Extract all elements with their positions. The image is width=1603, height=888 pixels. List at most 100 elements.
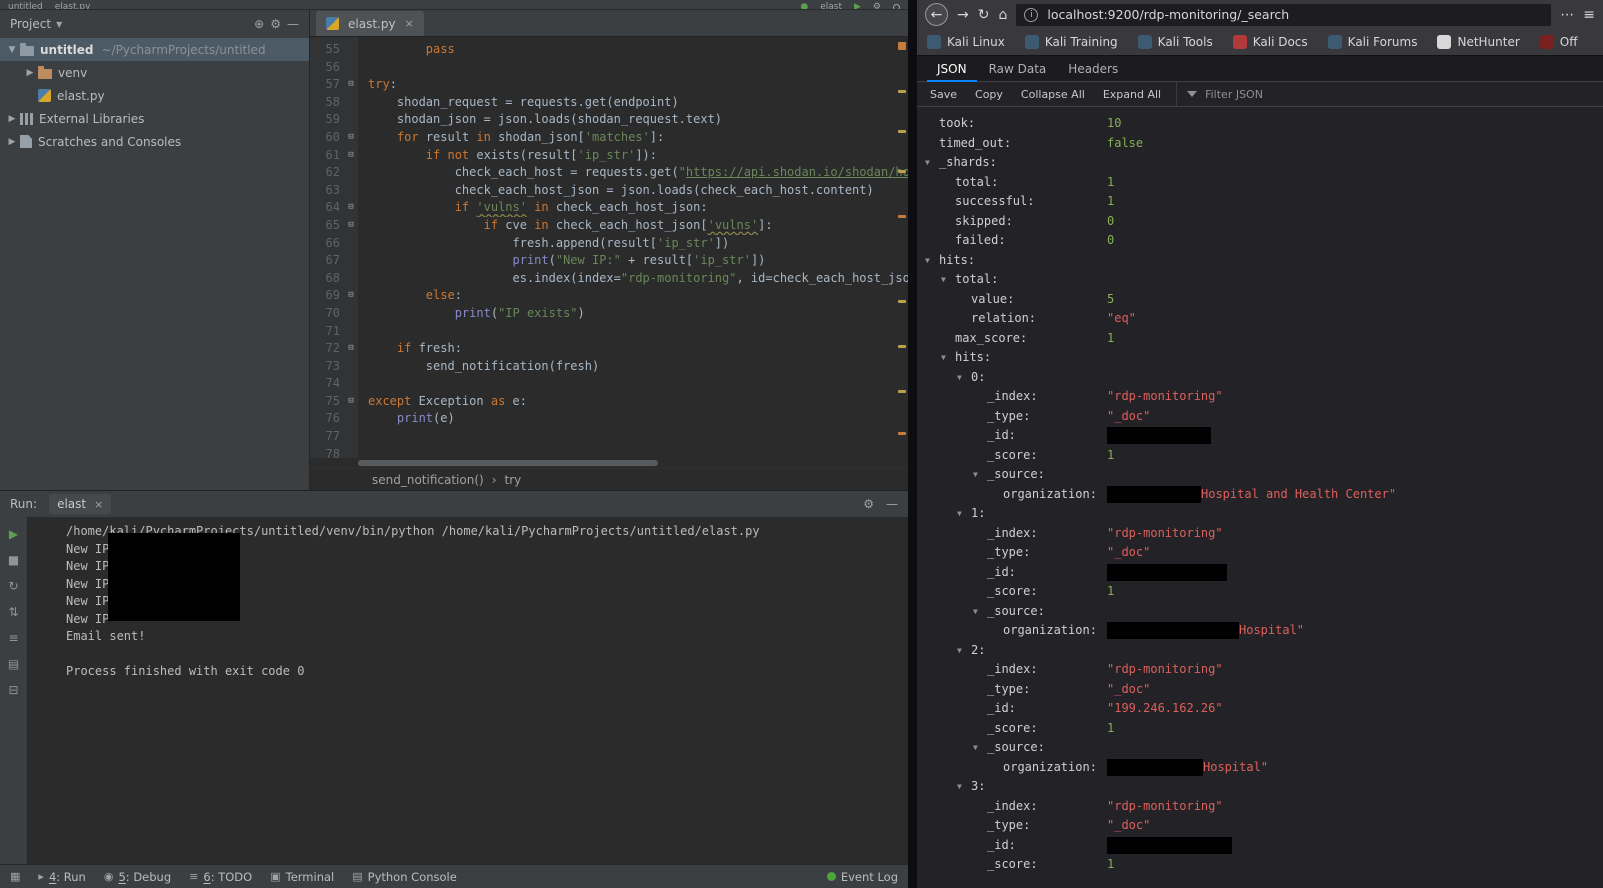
editor-tab-elast[interactable]: elast.py × [316,11,424,36]
settings-gear-icon[interactable]: ⚙ [873,2,881,9]
status-item-terminal[interactable]: ▣ Terminal [270,870,334,884]
url-bar[interactable]: i [1016,3,1552,26]
json-row-id[interactable]: _id: [917,563,1603,583]
code-line[interactable]: 73 send_notification(fresh) [310,358,908,376]
stop-icon[interactable]: ■ [8,553,19,567]
json-row-failed[interactable]: failed: 0 [917,231,1603,251]
breadcrumb-item-function[interactable]: send_notification() [372,473,484,487]
json-row-source[interactable]: ▼ _source: [917,465,1603,485]
url-input[interactable] [1045,6,1544,23]
bookmark-kali-forums[interactable]: Kali Forums [1327,35,1417,49]
code-line[interactable]: 76 print(e) [310,410,908,428]
json-row-type[interactable]: _type: "_doc" [917,407,1603,427]
filter-box[interactable] [1176,82,1314,106]
collapse-arrow-icon[interactable]: ▼ [973,602,987,622]
home-button[interactable]: ⌂ [998,8,1007,22]
tree-item-untitled[interactable]: ▼ untitled ~/PycharmProjects/untitled [0,38,309,61]
tree-item-external-libraries[interactable]: ▶ External Libraries [0,107,309,130]
json-row-took[interactable]: took: 10 [917,114,1603,134]
json-row-source[interactable]: ▼ _source: [917,738,1603,758]
collapse-arrow-icon[interactable]: ▼ [941,270,955,290]
tree-item-elast-py[interactable]: elast.py [0,84,309,107]
tree-item-scratches-and-consoles[interactable]: ▶ Scratches and Consoles [0,130,309,153]
tool-window-switcher-icon[interactable]: ▦ [10,870,20,883]
json-row-type[interactable]: _type: "_doc" [917,816,1603,836]
code-line[interactable]: 71 [310,323,908,341]
tree-item-venv[interactable]: ▶ venv [0,61,309,84]
collapse-all-button[interactable]: Collapse All [1012,82,1094,106]
json-row-id[interactable]: _id: "199.246.162.26" [917,699,1603,719]
close-run-tab-icon[interactable]: × [94,498,103,511]
json-row-score[interactable]: _score: 1 [917,446,1603,466]
collapse-arrow-icon[interactable]: ▼ [973,465,987,485]
site-info-icon[interactable]: i [1024,7,1039,22]
code-line[interactable]: 69 ⊟ else: [310,287,908,305]
fold-marker-icon[interactable]: ⊟ [344,340,358,358]
json-tree[interactable]: took: 10 timed_out: false ▼ _shards: total: 1 su… [917,107,1603,888]
viewer-tab-raw-data[interactable]: Raw Data [979,56,1057,81]
status-item-run[interactable]: ▸ 4: Run [38,870,85,884]
json-row-index[interactable]: _index: "rdp-monitoring" [917,660,1603,680]
json-row-index[interactable]: _index: "rdp-monitoring" [917,797,1603,817]
json-row-0[interactable]: ▼ 0: [917,368,1603,388]
chevron-right-icon[interactable]: ▶ [4,137,20,147]
scroll-to-end-icon[interactable]: ≡ [8,631,18,645]
print-icon[interactable]: ▤ [8,657,19,671]
code-line[interactable]: 56 [310,59,908,77]
code-line[interactable]: 78 [310,446,908,458]
bookmark-kali-tools[interactable]: Kali Tools [1137,35,1213,49]
json-row-3[interactable]: ▼ 3: [917,777,1603,797]
fold-marker-icon[interactable]: ⊟ [344,393,358,411]
json-row-shards[interactable]: ▼ _shards: [917,153,1603,173]
code-line[interactable]: 63 check_each_host_json = json.loads(che… [310,182,908,200]
collapse-arrow-icon[interactable]: ▼ [925,153,939,173]
fold-marker-icon[interactable]: ⊟ [344,76,358,94]
code-line[interactable]: 65 ⊟ if cve in check_each_host_json['vuln… [310,217,908,235]
json-row-total[interactable]: total: 1 [917,173,1603,193]
json-row-max-score[interactable]: max_score: 1 [917,329,1603,349]
code-line[interactable]: 75 ⊟ except Exception as e: [310,393,908,411]
bookmark-kali-linux[interactable]: Kali Linux [927,35,1005,49]
json-row-timed-out[interactable]: timed_out: false [917,134,1603,154]
code-line[interactable]: 60 ⊟ for result in shodan_json['matches']… [310,129,908,147]
run-tab-elast[interactable]: elast × [49,494,112,514]
hide-panel-icon[interactable]: — [287,17,299,31]
expand-all-button[interactable]: Expand All [1094,82,1170,106]
json-row-score[interactable]: _score: 1 [917,582,1603,602]
fold-marker-icon[interactable]: ⊟ [344,199,358,217]
code-editor[interactable]: 55 pass 56 57 ⊟ try: 58 shodan_request = requ… [310,37,908,458]
bookmark-off[interactable]: Off [1539,35,1578,49]
json-row-hits[interactable]: ▼ hits: [917,348,1603,368]
code-line[interactable]: 74 [310,375,908,393]
fold-marker-icon[interactable]: ⊟ [344,147,358,165]
run-settings-gear-icon[interactable]: ⚙ [863,497,874,511]
json-row-type[interactable]: _type: "_doc" [917,680,1603,700]
code-line[interactable]: 57 ⊟ try: [310,76,908,94]
viewer-tab-json[interactable]: JSON [927,56,977,82]
scrollbar-thumb[interactable] [358,460,658,466]
json-row-relation[interactable]: relation: "eq" [917,309,1603,329]
json-row-total[interactable]: ▼ total: [917,270,1603,290]
soft-wrap-icon[interactable]: ⇅ [8,605,18,619]
run-button-icon[interactable]: ▶ [854,2,861,9]
json-row-value[interactable]: value: 5 [917,290,1603,310]
code-line[interactable]: 66 fresh.append(result['ip_str']) [310,235,908,253]
chevron-down-icon[interactable]: ▼ [4,45,20,55]
status-item-todo[interactable]: ≡ 6: TODO [189,870,252,884]
breadcrumb-item-try[interactable]: try [505,473,522,487]
status-item-python-console[interactable]: ▤ Python Console [352,870,457,884]
back-button[interactable]: ← [925,3,948,26]
code-line[interactable]: 67 print("New IP:" + result['ip_str']) [310,252,908,270]
json-row-score[interactable]: _score: 1 [917,719,1603,739]
json-row-hits[interactable]: ▼ hits: [917,251,1603,271]
rerun-icon[interactable]: ▶ [9,527,18,541]
collapse-arrow-icon[interactable]: ▼ [941,348,955,368]
chevron-right-icon[interactable]: ▶ [22,68,38,78]
collapse-arrow-icon[interactable]: ▼ [957,504,971,524]
fold-marker-icon[interactable]: ⊟ [344,129,358,147]
json-row-1[interactable]: ▼ 1: [917,504,1603,524]
json-row-id[interactable]: _id: [917,426,1603,446]
json-row-2[interactable]: ▼ 2: [917,641,1603,661]
collapse-arrow-icon[interactable]: ▼ [925,251,939,271]
copy-button[interactable]: Copy [966,82,1012,106]
